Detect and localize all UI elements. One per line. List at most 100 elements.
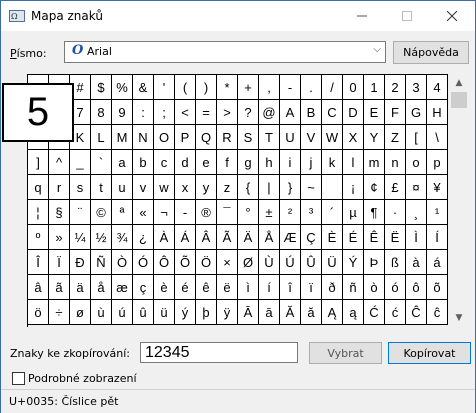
- char-cell[interactable]: Ó: [133, 250, 154, 275]
- char-cell[interactable]: +: [238, 75, 259, 100]
- char-cell[interactable]: Ý: [343, 250, 364, 275]
- char-cell[interactable]: Ù: [259, 250, 280, 275]
- char-cell[interactable]: ô: [406, 275, 427, 300]
- help-button[interactable]: Nápověda: [393, 41, 469, 64]
- char-cell[interactable]: ó: [385, 275, 406, 300]
- char-cell[interactable]: º: [28, 225, 49, 250]
- char-cell[interactable]: Í: [427, 225, 448, 250]
- char-cell[interactable]: ,: [259, 75, 280, 100]
- char-cell[interactable]: }: [280, 175, 301, 200]
- char-cell[interactable]: ?: [238, 100, 259, 125]
- char-cell[interactable]: q: [28, 175, 49, 200]
- char-cell[interactable]: l: [343, 150, 364, 175]
- char-cell[interactable]: â: [28, 275, 49, 300]
- char-cell[interactable]: û: [133, 300, 154, 325]
- char-cell[interactable]: d: [175, 150, 196, 175]
- char-cell[interactable]: ¹: [427, 200, 448, 225]
- char-cell[interactable]: 4: [427, 75, 448, 100]
- char-cell[interactable]: õ: [427, 275, 448, 300]
- scroll-thumb[interactable]: [451, 92, 467, 108]
- char-cell[interactable]: Å: [259, 225, 280, 250]
- char-cell[interactable]: n: [385, 150, 406, 175]
- char-cell[interactable]: u: [112, 175, 133, 200]
- char-cell[interactable]: r: [49, 175, 70, 200]
- char-cell[interactable]: o: [406, 150, 427, 175]
- title-bar[interactable]: Ω Mapa znaků: [1, 1, 475, 31]
- char-cell[interactable]: (: [175, 75, 196, 100]
- char-cell[interactable]: ;: [154, 100, 175, 125]
- char-cell[interactable]: Ë: [385, 225, 406, 250]
- char-cell[interactable]: »: [49, 225, 70, 250]
- char-cell[interactable]: À: [154, 225, 175, 250]
- char-cell[interactable]: ą: [343, 300, 364, 325]
- char-cell[interactable]: ñ: [343, 275, 364, 300]
- char-cell[interactable]: .: [301, 75, 322, 100]
- char-cell[interactable]: 0: [343, 75, 364, 100]
- char-cell[interactable]: B: [301, 100, 322, 125]
- char-cell[interactable]: $: [91, 75, 112, 100]
- char-cell[interactable]: ¬: [154, 200, 175, 225]
- char-cell[interactable]: ¼: [70, 225, 91, 250]
- char-cell[interactable]: È: [322, 225, 343, 250]
- char-cell[interactable]: {: [238, 175, 259, 200]
- char-cell[interactable]: ~: [301, 175, 322, 200]
- char-cell[interactable]: Æ: [280, 225, 301, 250]
- char-cell[interactable]: £: [385, 175, 406, 200]
- char-cell[interactable]: *: [217, 75, 238, 100]
- char-cell[interactable]: ç: [133, 275, 154, 300]
- char-cell[interactable]: ¸: [406, 200, 427, 225]
- char-cell[interactable]: _: [70, 150, 91, 175]
- char-cell[interactable]: Ò: [112, 250, 133, 275]
- char-cell[interactable]: -: [175, 200, 196, 225]
- char-cell[interactable]: è: [154, 275, 175, 300]
- char-cell[interactable]: ^: [49, 150, 70, 175]
- minimize-icon[interactable]: [339, 1, 384, 31]
- char-cell[interactable]: ]: [28, 150, 49, 175]
- char-cell[interactable]: Î: [28, 250, 49, 275]
- char-cell[interactable]: U: [280, 125, 301, 150]
- char-cell[interactable]: O: [154, 125, 175, 150]
- characters-to-copy-input[interactable]: 12345: [140, 342, 298, 363]
- char-cell[interactable]: ¢: [364, 175, 385, 200]
- char-cell[interactable]: ³: [301, 200, 322, 225]
- char-cell[interactable]: ±: [259, 200, 280, 225]
- char-cell[interactable]: a: [112, 150, 133, 175]
- char-cell[interactable]: <: [175, 100, 196, 125]
- char-cell[interactable]: h: [259, 150, 280, 175]
- char-cell[interactable]: ½: [91, 225, 112, 250]
- char-cell[interactable]: y: [196, 175, 217, 200]
- char-cell[interactable]: ¯: [217, 200, 238, 225]
- char-cell[interactable]: ć: [385, 300, 406, 325]
- char-cell[interactable]: S: [238, 125, 259, 150]
- char-cell[interactable]: /: [322, 75, 343, 100]
- char-cell[interactable]: V: [301, 125, 322, 150]
- char-cell[interactable]: Û: [301, 250, 322, 275]
- char-cell[interactable]: ý: [175, 300, 196, 325]
- char-cell[interactable]: ĉ: [427, 300, 448, 325]
- char-cell[interactable]: Q: [196, 125, 217, 150]
- char-cell[interactable]: P: [175, 125, 196, 150]
- char-cell[interactable]: ¥: [427, 175, 448, 200]
- char-cell[interactable]: §: [49, 200, 70, 225]
- close-icon[interactable]: [429, 1, 474, 31]
- char-cell[interactable]: H: [427, 100, 448, 125]
- char-cell[interactable]: í: [259, 275, 280, 300]
- char-cell[interactable]: ): [196, 75, 217, 100]
- char-cell[interactable]: j: [301, 150, 322, 175]
- char-cell[interactable]: &: [133, 75, 154, 100]
- char-cell[interactable]: Ô: [154, 250, 175, 275]
- char-cell[interactable]: z: [217, 175, 238, 200]
- char-cell[interactable]: ¨: [70, 200, 91, 225]
- char-cell[interactable]: ·: [385, 200, 406, 225]
- character-grid[interactable]: !"#$%&'()*+,-./0123456789:;<=>?@ABCDEFGH…: [27, 74, 448, 327]
- char-cell[interactable]: ð: [322, 275, 343, 300]
- char-cell[interactable]: \: [427, 125, 448, 150]
- char-cell[interactable]: 3: [406, 75, 427, 100]
- char-cell[interactable]: ö: [28, 300, 49, 325]
- char-cell[interactable]: Á: [175, 225, 196, 250]
- char-cell[interactable]: Ú: [280, 250, 301, 275]
- char-cell[interactable]: å: [91, 275, 112, 300]
- char-cell[interactable]: 2: [385, 75, 406, 100]
- char-cell[interactable]: Ø: [238, 250, 259, 275]
- char-cell[interactable]: R: [217, 125, 238, 150]
